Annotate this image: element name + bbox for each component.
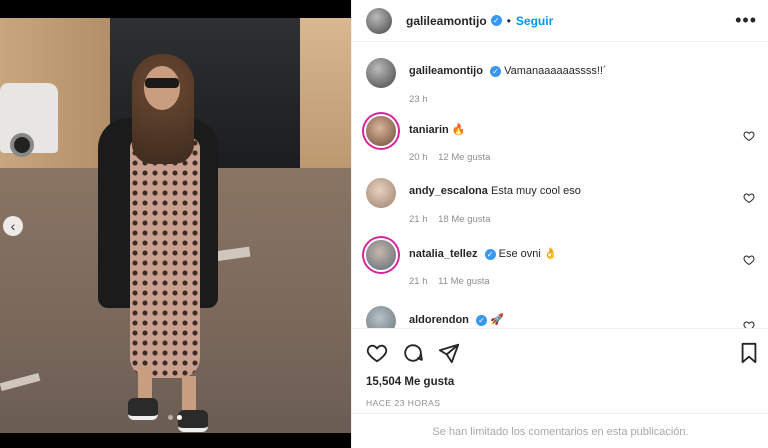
- comment-time: 20 h: [409, 152, 428, 163]
- caption-item: galileamontijo ✓ Vamanaaaaaassss!!´ 23 h: [366, 58, 761, 108]
- avatar[interactable]: [366, 58, 396, 88]
- caption-body: Vamanaaaaaassss!!´: [504, 65, 607, 77]
- carousel-dot: [168, 415, 173, 420]
- carousel-dots: [168, 415, 182, 420]
- post-header: galileamontijo ✓ • Seguir •••: [352, 0, 768, 42]
- comment-meta: 21 h 11 Me gusta: [409, 276, 498, 287]
- heart-icon[interactable]: [743, 320, 755, 328]
- background-wall: [300, 18, 351, 188]
- follow-button[interactable]: Seguir: [516, 14, 553, 28]
- carousel-prev-button[interactable]: ‹: [3, 216, 23, 236]
- comment-text: andy_escalona Esta muy cool eso: [409, 185, 581, 197]
- heart-icon[interactable]: [743, 130, 755, 142]
- comment-username[interactable]: natalia_tellez: [409, 248, 477, 260]
- list-item: aldorendon ✓ 🚀: [366, 306, 761, 328]
- avatar[interactable]: [366, 306, 396, 328]
- background-car: [0, 83, 58, 157]
- comment-username[interactable]: taniarin: [409, 124, 449, 136]
- comment-time: 21 h: [409, 214, 428, 225]
- caption-meta: 23 h: [409, 94, 436, 105]
- post-actions: 15,504 Me gusta HACE 23 HORAS Se han lim…: [352, 328, 768, 448]
- comments-list[interactable]: galileamontijo ✓ Vamanaaaaaassss!!´ 23 h…: [352, 42, 768, 328]
- verified-badge-icon: ✓: [490, 15, 502, 26]
- comment-likes[interactable]: 18 Me gusta: [438, 214, 490, 225]
- comment-meta: 20 h 12 Me gusta: [409, 152, 498, 163]
- bookmark-icon[interactable]: [739, 342, 759, 364]
- verified-badge-icon: ✓: [475, 314, 487, 326]
- list-item: natalia_tellez ✓ Ese ovni 👌 21 h 11 Me g…: [366, 240, 761, 290]
- comment-likes[interactable]: 12 Me gusta: [438, 152, 490, 163]
- avatar[interactable]: [366, 7, 392, 34]
- comment-body: 🚀: [490, 314, 504, 326]
- comment-time: 21 h: [409, 276, 428, 287]
- comment-text: taniarin 🔥: [409, 123, 466, 136]
- avatar[interactable]: [366, 116, 396, 146]
- carousel-dot-active: [177, 415, 182, 420]
- comment-meta: 21 h 18 Me gusta: [409, 214, 498, 225]
- verified-badge-icon: ✓: [484, 248, 496, 260]
- post-photo-panel: ‹: [0, 0, 351, 448]
- comment-body: 🔥: [451, 124, 466, 136]
- post-timestamp: HACE 23 HORAS: [366, 398, 441, 408]
- caption-text: galileamontijo ✓ Vamanaaaaaassss!!´: [409, 65, 607, 77]
- chevron-left-icon: ‹: [10, 218, 16, 234]
- avatar[interactable]: [366, 178, 396, 208]
- caption-time: 23 h: [409, 94, 428, 105]
- comment-username[interactable]: andy_escalona: [409, 185, 488, 197]
- list-item: andy_escalona Esta muy cool eso 21 h 18 …: [366, 178, 761, 228]
- comment-username[interactable]: aldorendon: [409, 314, 469, 326]
- heart-icon[interactable]: [743, 254, 755, 266]
- action-icons: [366, 342, 460, 364]
- instagram-post-view: ‹ galileamontijo ✓ • Seguir ••• galileam…: [0, 0, 768, 448]
- post-image[interactable]: [0, 18, 351, 433]
- like-heart-icon[interactable]: [366, 342, 388, 364]
- post-details-panel: galileamontijo ✓ • Seguir ••• galileamon…: [351, 0, 768, 448]
- comment-body: Ese ovni 👌: [498, 248, 558, 260]
- header-separator: •: [506, 13, 511, 28]
- more-options-icon[interactable]: •••: [735, 10, 757, 31]
- likes-count[interactable]: 15,504 Me gusta: [366, 376, 454, 388]
- verified-badge-icon: ✓: [490, 65, 502, 77]
- caption-username[interactable]: galileamontijo: [409, 65, 483, 77]
- comment-text: aldorendon ✓ 🚀: [409, 313, 504, 326]
- comment-text: natalia_tellez ✓ Ese ovni 👌: [409, 247, 558, 260]
- comments-limited-notice: Se han limitado los comentarios en esta …: [352, 413, 768, 448]
- heart-icon[interactable]: [743, 192, 755, 204]
- header-username[interactable]: galileamontijo: [406, 14, 487, 28]
- comment-body: Esta muy cool eso: [490, 185, 581, 197]
- comment-likes[interactable]: 11 Me gusta: [438, 276, 490, 287]
- list-item: taniarin 🔥 20 h 12 Me gusta: [366, 116, 761, 166]
- share-paper-plane-icon[interactable]: [438, 342, 460, 364]
- comment-bubble-icon[interactable]: [402, 342, 424, 364]
- photo-subject: [90, 48, 240, 433]
- avatar[interactable]: [366, 240, 396, 270]
